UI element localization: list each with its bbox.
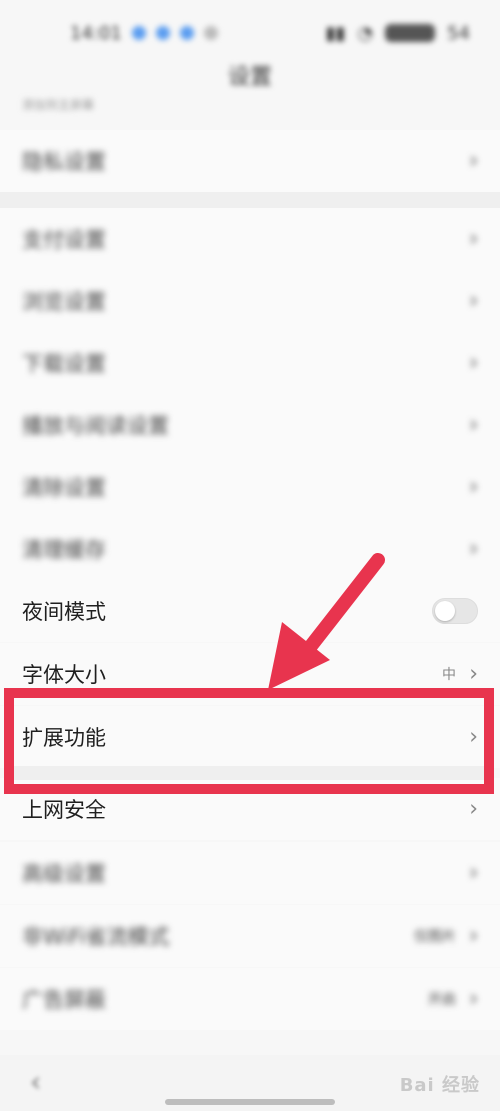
settings-row-privacy[interactable]: 隐私设置 › xyxy=(0,130,500,192)
ad-block-value: 开启 xyxy=(428,992,456,1008)
row-label: 清除设置 xyxy=(22,476,106,500)
settings-row-ad-block[interactable]: 广告屏蔽 开启 › xyxy=(0,968,500,1030)
chevron-right-icon: › xyxy=(469,724,478,750)
font-size-value: 中 xyxy=(442,667,456,683)
settings-row-cache[interactable]: 清理缓存 › xyxy=(0,518,500,580)
status-bar: 14:01 ▮▮ ◔ 54 xyxy=(0,0,500,66)
notification-icon xyxy=(203,26,218,40)
status-right: ▮▮ ◔ 54 xyxy=(326,23,470,44)
settings-row-web-security[interactable]: 上网安全 › xyxy=(0,778,500,840)
row-label: 高级设置 xyxy=(22,862,106,886)
chevron-right-icon: › xyxy=(469,288,478,314)
chevron-right-icon: › xyxy=(469,474,478,500)
chevron-right-icon: › xyxy=(469,661,478,687)
status-left: 14:01 xyxy=(70,23,218,44)
row-label: 隐私设置 xyxy=(22,150,106,174)
settings-row-font-size[interactable]: 字体大小 中 › xyxy=(0,643,500,705)
chevron-left-icon[interactable]: ‹ xyxy=(30,1065,41,1098)
settings-row-data-saver[interactable]: 非WiFi省流模式 仅图片 › xyxy=(0,905,500,967)
toggle-knob xyxy=(435,601,455,621)
chevron-right-icon: › xyxy=(469,536,478,562)
watermark-logo: Bai 经验 xyxy=(399,1075,480,1096)
chevron-right-icon: › xyxy=(469,350,478,376)
row-label: 下载设置 xyxy=(22,352,106,376)
signal-icon: ▮▮ xyxy=(325,22,346,44)
chevron-right-icon: › xyxy=(469,796,478,822)
chevron-right-icon: › xyxy=(469,148,478,174)
notification-icon xyxy=(131,26,146,40)
row-label: 扩展功能 xyxy=(22,726,106,750)
notification-icon xyxy=(155,26,170,40)
settings-row-download[interactable]: 下载设置 › xyxy=(0,332,500,394)
chevron-right-icon: › xyxy=(469,923,478,949)
settings-row-clear[interactable]: 清除设置 › xyxy=(0,456,500,518)
row-label: 浏览设置 xyxy=(22,290,106,314)
wifi-icon: ◔ xyxy=(357,22,374,44)
settings-row-night-mode[interactable]: 夜间模式 xyxy=(0,580,500,642)
data-saver-value: 仅图片 xyxy=(414,929,456,945)
row-label: 非WiFi省流模式 xyxy=(22,925,170,949)
settings-row-payment[interactable]: 支付设置 › xyxy=(0,208,500,270)
chevron-right-icon: › xyxy=(469,986,478,1012)
settings-row-playback[interactable]: 播放与阅读设置 › xyxy=(0,394,500,456)
chevron-right-icon: › xyxy=(469,226,478,252)
header-hint: 添加到主屏幕 xyxy=(22,98,95,112)
chevron-right-icon: › xyxy=(469,412,478,438)
night-mode-toggle[interactable] xyxy=(432,598,478,624)
battery-icon xyxy=(385,24,436,42)
row-label: 字体大小 xyxy=(22,663,106,687)
row-label: 播放与阅读设置 xyxy=(22,414,169,438)
page-title: 设置 xyxy=(227,65,272,90)
battery-level: 54 xyxy=(447,22,470,44)
settings-row-advanced[interactable]: 高级设置 › xyxy=(0,842,500,904)
home-indicator[interactable] xyxy=(165,1099,335,1105)
notification-icon xyxy=(179,26,194,40)
bottom-nav-bar: ‹ Bai 经验 xyxy=(0,1055,500,1111)
row-label: 广告屏蔽 xyxy=(22,988,106,1012)
status-time: 14:01 xyxy=(70,22,122,44)
row-label: 支付设置 xyxy=(22,228,106,252)
group-divider xyxy=(0,192,500,208)
row-label: 上网安全 xyxy=(22,798,106,822)
chevron-right-icon: › xyxy=(469,860,478,886)
settings-row-extensions[interactable]: 扩展功能 › xyxy=(0,706,500,768)
row-shade xyxy=(14,766,484,780)
row-label: 夜间模式 xyxy=(22,600,106,624)
row-label: 清理缓存 xyxy=(22,538,106,562)
settings-row-browse[interactable]: 浏览设置 › xyxy=(0,270,500,332)
